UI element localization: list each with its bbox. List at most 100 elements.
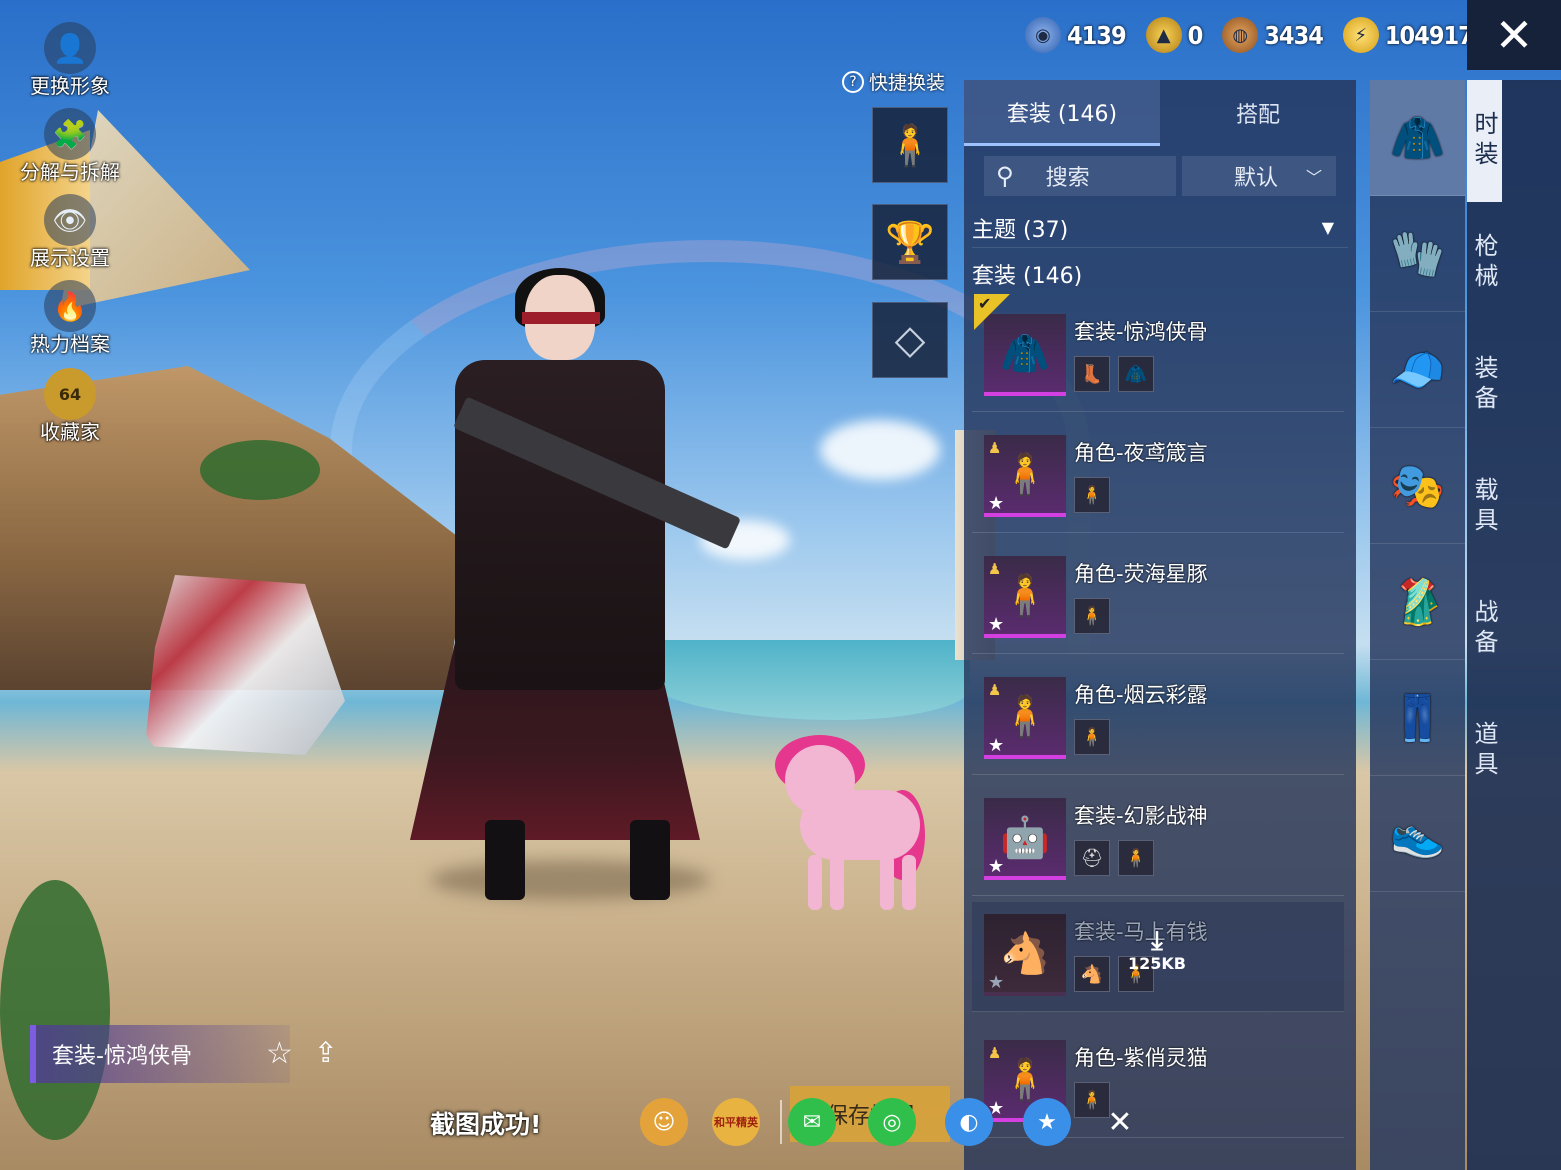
- figure-icon: 🧍: [1074, 477, 1110, 513]
- sort-dropdown[interactable]: 默认 ﹀: [1182, 156, 1336, 196]
- item-name: 角色-荧海星豚: [1074, 562, 1208, 586]
- list-item[interactable]: 🤖 ★ 套装-幻影战神 ⛑ 🧍: [972, 786, 1344, 896]
- download-indicator[interactable]: ⤓ 125KB: [1128, 928, 1186, 973]
- tab-equipment[interactable]: 装备: [1467, 324, 1502, 446]
- mask-icon: 🎭: [1390, 460, 1445, 512]
- tab-items[interactable]: 道具: [1467, 690, 1502, 812]
- character-thumb-icon: 🧍: [885, 122, 935, 169]
- category-gloves[interactable]: 🧤: [1370, 196, 1465, 312]
- help-icon: ?: [842, 70, 864, 93]
- qzone-icon[interactable]: ★: [1023, 1098, 1071, 1146]
- qq-icon[interactable]: ◐: [945, 1098, 993, 1146]
- moments-icon[interactable]: ◎: [868, 1098, 916, 1146]
- suit-group-label: 套装 (146): [972, 264, 1083, 289]
- category-top[interactable]: 🥻: [1370, 544, 1465, 660]
- quick-outfit-slot[interactable]: 🧍: [872, 107, 948, 183]
- screenshot-success-toast: 截图成功!: [430, 1110, 542, 1139]
- item-thumbnail: 🧥: [984, 314, 1066, 396]
- friend-share-icon[interactable]: ☺: [640, 1098, 688, 1146]
- category-pants[interactable]: 👖: [1370, 660, 1465, 776]
- star-icon: ★: [988, 493, 1005, 514]
- item-name: 角色-紫俏灵猫: [1074, 1046, 1208, 1070]
- list-item[interactable]: 🧥 ✔ 套装-惊鸿侠骨 👢 🧥: [972, 294, 1344, 412]
- game-badge-text: 和平精英: [714, 1116, 758, 1129]
- slot-category-column: 🧥 🧤 🧢 🎭 🥻 👖 👟: [1370, 80, 1465, 1170]
- collector-button[interactable]: 64 收藏家: [15, 368, 125, 445]
- sort-label: 默认: [1233, 166, 1278, 191]
- star-icon: ★: [988, 972, 1005, 993]
- blue-coin-icon: ◉: [1025, 17, 1061, 53]
- outfit-tabs: 套装 (146) 搭配: [964, 80, 1356, 146]
- heat-archive-button[interactable]: 🔥 热力档案: [15, 280, 125, 357]
- close-button[interactable]: ✕: [1467, 0, 1561, 70]
- search-icon: ⚲: [996, 162, 1014, 190]
- currency-item[interactable]: ◉ 4139: [1025, 17, 1127, 53]
- flame-icon: 🔥: [44, 280, 96, 332]
- chevron-down-icon: ﹀: [1305, 168, 1322, 187]
- tab-battle-gear[interactable]: 战备: [1467, 568, 1502, 690]
- tab-mix[interactable]: 搭配: [1160, 80, 1356, 146]
- game-share-icon[interactable]: 和平精英: [712, 1098, 760, 1146]
- tab-guns[interactable]: 枪械: [1467, 202, 1502, 324]
- currency-bar: ◉ 4139 ▲ 0 ◍ 3434 ⚡ 104917: [1025, 12, 1493, 58]
- change-avatar-button[interactable]: 👤 更换形象: [15, 22, 125, 99]
- palm-tree: [0, 880, 110, 1140]
- currency-item[interactable]: ▲ 0: [1145, 17, 1203, 53]
- pony-leg: [830, 855, 844, 910]
- pony-leg: [808, 855, 822, 910]
- avatar-icon: 👤: [44, 22, 96, 74]
- category-outfit[interactable]: 🧥: [1370, 80, 1465, 196]
- display-settings-button[interactable]: 👁 展示设置: [15, 194, 125, 271]
- currency-item[interactable]: ◍ 3434: [1222, 17, 1324, 53]
- character-badge-icon: ♟: [988, 1044, 1002, 1062]
- category-hat[interactable]: 🧢: [1370, 312, 1465, 428]
- character-leg: [485, 820, 525, 900]
- wechat-icon[interactable]: ✉: [788, 1098, 836, 1146]
- outfit-icon: 🧥: [1118, 356, 1154, 392]
- quick-outfit-slot[interactable]: ◇: [872, 302, 948, 378]
- pony-head: [785, 745, 855, 815]
- theme-group-header[interactable]: 主题 (37) ▼: [972, 208, 1348, 248]
- star-icon: ★: [988, 614, 1005, 635]
- quick-outfit-label: 快捷换装: [869, 72, 946, 94]
- display-settings-label: 展示设置: [30, 246, 110, 270]
- currency-value: 4139: [1067, 20, 1127, 50]
- favorite-star-icon[interactable]: ☆: [266, 1036, 293, 1071]
- gloves-icon: 🧤: [1390, 228, 1445, 280]
- download-icon: ⤓: [1151, 926, 1163, 956]
- star-icon: ★: [988, 856, 1005, 877]
- palm-tree: [200, 440, 320, 500]
- collector-badge-icon: 64: [44, 368, 96, 420]
- decompose-button[interactable]: 🧩 分解与拆解: [15, 108, 125, 185]
- pants-icon: 👖: [1390, 692, 1445, 744]
- list-item[interactable]: 🧍 ♟ ★ 角色-荧海星豚 🧍: [972, 544, 1344, 654]
- character-blindfold: [522, 312, 600, 324]
- pony-leg: [880, 855, 894, 910]
- pony-leg: [902, 855, 916, 910]
- currency-item[interactable]: ⚡ 104917: [1342, 17, 1474, 53]
- main-category-tabs: 时装 枪械 装备 载具 战备 道具: [1467, 80, 1561, 1170]
- current-outfit-name: 套装-惊鸿侠骨: [52, 1044, 192, 1069]
- quick-outfit-title[interactable]: ? 快捷换装: [842, 68, 945, 95]
- search-row: ⚲ 搜索 默认 ﹀: [984, 156, 1336, 196]
- divider: [780, 1100, 782, 1144]
- category-shoes[interactable]: 👟: [1370, 776, 1465, 892]
- item-name: 套装-惊鸿侠骨: [1074, 320, 1208, 344]
- tab-suits[interactable]: 套装 (146): [964, 80, 1160, 146]
- current-outfit-label: 套装-惊鸿侠骨: [30, 1025, 290, 1083]
- tab-vehicles[interactable]: 载具: [1467, 446, 1502, 568]
- share-icon[interactable]: ⇪: [314, 1036, 337, 1069]
- list-item[interactable]: 🧍 ♟ ★ 角色-烟云彩露 🧍: [972, 665, 1344, 775]
- helmet-icon: ⛑: [1074, 840, 1110, 876]
- list-item[interactable]: 🧍 ♟ ★ 角色-夜鸢箴言 🧍: [972, 423, 1344, 533]
- quick-outfit-slot[interactable]: 🏆: [872, 204, 948, 280]
- collector-label: 收藏家: [40, 420, 100, 444]
- category-mask[interactable]: 🎭: [1370, 428, 1465, 544]
- tab-fashion[interactable]: 时装: [1467, 80, 1502, 202]
- theme-group-label: 主题 (37): [972, 217, 1069, 243]
- close-share-icon[interactable]: ✕: [1096, 1098, 1144, 1146]
- gold-token-icon: ▲: [1145, 17, 1182, 53]
- search-input[interactable]: ⚲ 搜索: [984, 156, 1176, 196]
- list-item[interactable]: 🐴 ★ 套装-马上有钱 🐴 🧍 ⤓ 125KB: [972, 902, 1344, 1012]
- boots-icon: 👢: [1074, 356, 1110, 392]
